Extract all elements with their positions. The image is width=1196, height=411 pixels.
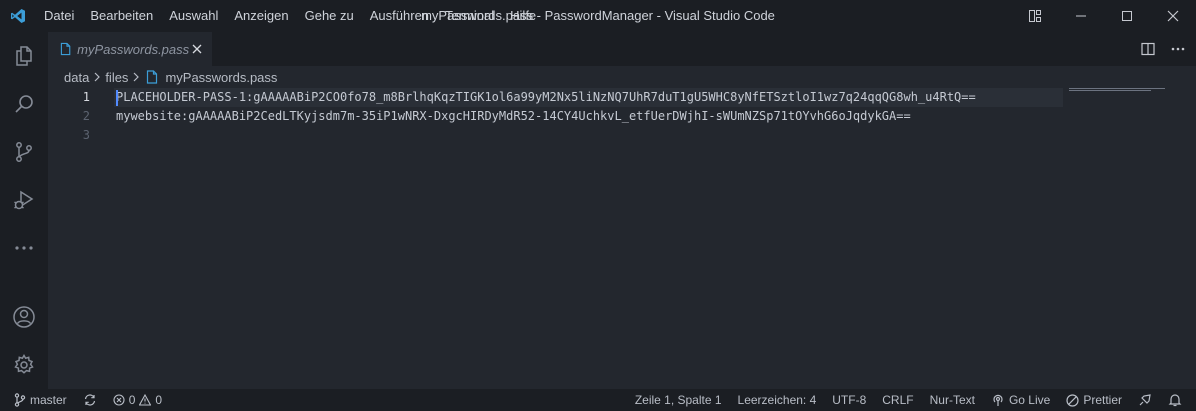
source-control-button[interactable] xyxy=(0,128,48,176)
tab-label: myPasswords.pass xyxy=(77,41,190,57)
more-icon xyxy=(15,246,33,250)
minimize-button[interactable] xyxy=(1058,0,1104,32)
tabs-bar: myPasswords.pass xyxy=(48,32,1196,66)
maximize-button[interactable] xyxy=(1104,0,1150,32)
explorer-icon xyxy=(16,46,32,66)
menu-gehe-zu[interactable]: Gehe zu xyxy=(297,0,362,32)
close-icon xyxy=(192,44,202,54)
editor-actions xyxy=(1140,32,1186,66)
ellipsis-icon[interactable] xyxy=(1170,41,1186,57)
go-live-label: Go Live xyxy=(1008,393,1051,407)
menu-ausfuehren[interactable]: Ausführen xyxy=(362,0,437,32)
encoding-setting[interactable]: UTF-8 xyxy=(824,389,874,411)
sync-icon xyxy=(84,394,95,406)
search-button[interactable] xyxy=(0,80,48,128)
minimize-icon xyxy=(1076,15,1086,17)
window-controls xyxy=(1012,0,1196,32)
settings-gear-icon xyxy=(14,354,34,374)
vscode-logo-icon xyxy=(0,0,36,32)
editor-line[interactable]: 2 mywebsite:gAAAAABiP2CedLTKyjsdm7m-35iP… xyxy=(48,107,1063,126)
warning-count: 0 xyxy=(155,393,163,407)
status-right: Zeile 1, Spalte 1 Leerzeichen: 4 UTF-8 C… xyxy=(627,389,1196,411)
line-number: 1 xyxy=(82,90,90,104)
status-bar: master 0 0 Zeile 1, Spalte 1 Leerzeichen… xyxy=(0,389,1196,411)
account-button[interactable] xyxy=(0,293,48,341)
feedback-button[interactable] xyxy=(1130,389,1160,411)
branch-icon xyxy=(14,393,26,407)
search-icon xyxy=(15,95,33,113)
close-window-button[interactable] xyxy=(1150,0,1196,32)
split-editor-icon[interactable] xyxy=(1140,41,1156,57)
line-endings-setting[interactable]: CRLF xyxy=(874,389,921,411)
more-button[interactable] xyxy=(0,224,48,272)
menu-datei[interactable]: Datei xyxy=(36,0,82,32)
line-text[interactable]: mywebsite:gAAAAABiP2CedLTKyjsdm7m-35iP1w… xyxy=(116,107,911,126)
menu-anzeigen[interactable]: Anzeigen xyxy=(226,0,296,32)
breadcrumb-file[interactable]: myPasswords.pass xyxy=(165,70,277,85)
sync-button[interactable] xyxy=(75,389,105,411)
explorer-button[interactable] xyxy=(0,32,48,80)
menu-terminal[interactable]: Terminal xyxy=(437,0,502,32)
menu-auswahl[interactable]: Auswahl xyxy=(161,0,226,32)
prettier-label: Prettier xyxy=(1083,393,1122,407)
indentation-setting[interactable]: Leerzeichen: 4 xyxy=(730,389,825,411)
source-control-icon xyxy=(16,142,32,162)
close-window-icon xyxy=(1167,10,1179,22)
prettier-button[interactable]: Prettier xyxy=(1058,389,1130,411)
error-count: 0 xyxy=(128,393,136,407)
language-mode[interactable]: Nur-Text xyxy=(922,389,983,411)
settings-button[interactable] xyxy=(0,341,48,389)
minimap[interactable] xyxy=(1069,88,1169,92)
broadcast-icon xyxy=(993,394,1003,406)
editor-line[interactable]: 1 PLACEHOLDER-PASS-1:gAAAAABiP2CO0fo78_m… xyxy=(48,88,1063,107)
bell-icon xyxy=(1168,394,1182,407)
run-debug-button[interactable] xyxy=(0,176,48,224)
maximize-icon xyxy=(1122,11,1132,21)
tab-close-button[interactable] xyxy=(189,41,204,57)
editor-line[interactable]: 3 xyxy=(48,126,1063,145)
run-debug-icon xyxy=(14,190,34,210)
problems-indicator[interactable]: 0 0 xyxy=(105,389,170,411)
code-editor[interactable]: 1 PLACEHOLDER-PASS-1:gAAAAABiP2CO0fo78_m… xyxy=(48,88,1196,389)
menu-hilfe[interactable]: Hilfe xyxy=(502,0,544,32)
breadcrumb-folder-data[interactable]: data xyxy=(64,70,89,85)
feedback-icon xyxy=(1139,394,1151,406)
cursor-position[interactable]: Zeile 1, Spalte 1 xyxy=(627,389,730,411)
file-icon xyxy=(147,70,158,84)
account-icon xyxy=(13,306,35,328)
menu-bar: Datei Bearbeiten Auswahl Anzeigen Gehe z… xyxy=(36,0,544,32)
chevron-right-icon xyxy=(132,72,140,82)
breadcrumb: data files myPasswords.pass xyxy=(64,66,277,88)
branch-name: master xyxy=(30,393,67,407)
activity-bar xyxy=(0,32,48,389)
go-live-button[interactable]: Go Live xyxy=(983,389,1058,411)
tab-mypasswords[interactable]: myPasswords.pass xyxy=(48,32,212,66)
branch-indicator[interactable]: master xyxy=(0,389,75,411)
prettier-icon xyxy=(1066,393,1079,407)
menu-bearbeiten[interactable]: Bearbeiten xyxy=(82,0,161,32)
layout-icon xyxy=(1029,10,1041,22)
warning-icon xyxy=(139,394,152,406)
chevron-right-icon xyxy=(93,72,101,82)
file-icon xyxy=(60,42,71,56)
line-text[interactable]: PLACEHOLDER-PASS-1:gAAAAABiP2CO0fo78_m8B… xyxy=(116,88,976,107)
line-number: 3 xyxy=(82,128,90,142)
layout-button[interactable] xyxy=(1012,0,1058,32)
line-number: 2 xyxy=(82,109,90,123)
breadcrumb-folder-files[interactable]: files xyxy=(105,70,128,85)
error-icon xyxy=(113,394,125,406)
text-cursor xyxy=(116,90,118,106)
notifications-button[interactable] xyxy=(1160,389,1196,411)
title-bar: Datei Bearbeiten Auswahl Anzeigen Gehe z… xyxy=(0,0,1196,32)
